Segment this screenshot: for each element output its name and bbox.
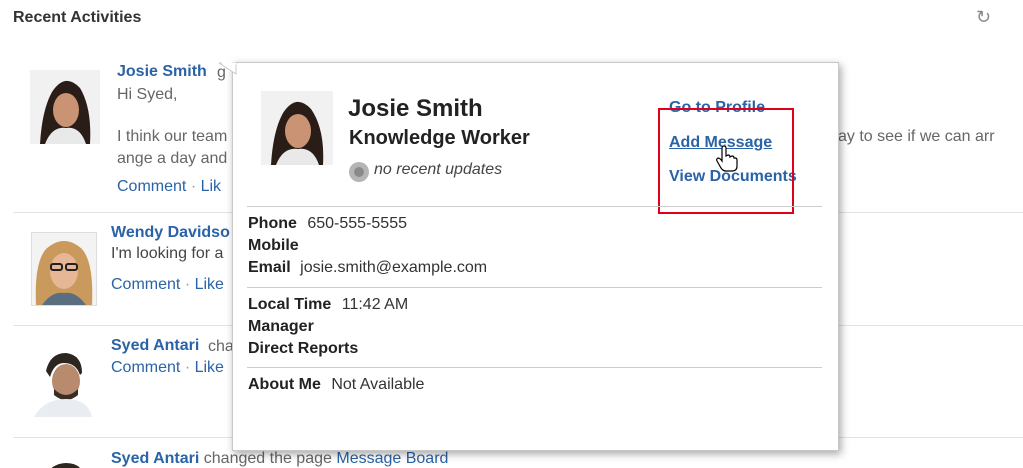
about-me-value: Not Available (331, 376, 425, 393)
local-time-label: Local Time (248, 296, 332, 313)
separator: · (184, 359, 191, 376)
phone-link[interactable]: 650-555-5555 (307, 215, 407, 232)
divider (247, 287, 822, 288)
activity-author-name[interactable]: Syed Antari (111, 337, 199, 355)
manager-label: Manager (248, 318, 314, 335)
activity-text: changed the page (203, 450, 332, 467)
popup-pointer (219, 62, 237, 75)
activity-text: cha (208, 338, 234, 355)
activity-text: ange a day and (117, 150, 228, 167)
divider (837, 325, 1023, 326)
separator: · (190, 178, 197, 195)
phone-label: Phone (248, 215, 297, 232)
divider (247, 367, 822, 368)
activity-text: Hi Syed, (117, 86, 178, 103)
email-link[interactable]: josie.smith@example.com (300, 259, 487, 276)
profile-photo[interactable] (261, 91, 333, 165)
activity-author-name[interactable]: Wendy Davidso (111, 224, 230, 242)
status-icon (349, 162, 369, 182)
local-time-value: 11:42 AM (341, 296, 409, 313)
page-link[interactable]: Message Board (336, 450, 448, 467)
activity-text: I'm looking for a (111, 245, 224, 262)
profile-name: Josie Smith (348, 95, 483, 122)
mobile-label: Mobile (248, 237, 299, 254)
divider (837, 212, 1023, 213)
activity-text: ay to see if we can arr (838, 128, 995, 145)
email-label: Email (248, 259, 291, 276)
activity-text: I think our team (117, 128, 228, 145)
refresh-icon[interactable]: ↻ (976, 7, 991, 28)
divider (247, 206, 822, 207)
divider (13, 325, 233, 326)
activity-author-name[interactable]: Syed Antari (111, 450, 199, 467)
profile-card-popup: Josie Smith Knowledge Worker no recent u… (219, 62, 839, 451)
divider (13, 212, 233, 213)
like-link[interactable]: Like (195, 276, 224, 293)
separator: · (184, 276, 191, 293)
avatar[interactable] (30, 345, 96, 417)
avatar[interactable] (30, 458, 96, 468)
comment-link[interactable]: Comment (111, 276, 180, 293)
status-text: no recent updates (374, 161, 503, 178)
highlight-box (658, 108, 794, 214)
avatar[interactable] (31, 232, 97, 306)
like-link[interactable]: Lik (201, 178, 221, 195)
avatar[interactable] (30, 70, 100, 144)
about-me-label: About Me (248, 376, 321, 393)
like-link[interactable]: Like (195, 359, 224, 376)
profile-role: Knowledge Worker (349, 127, 530, 149)
comment-link[interactable]: Comment (117, 178, 186, 195)
comment-link[interactable]: Comment (111, 359, 180, 376)
section-title: Recent Activities (13, 9, 142, 26)
direct-reports-label: Direct Reports (248, 340, 359, 357)
activity-author-name[interactable]: Josie Smith (117, 63, 207, 81)
